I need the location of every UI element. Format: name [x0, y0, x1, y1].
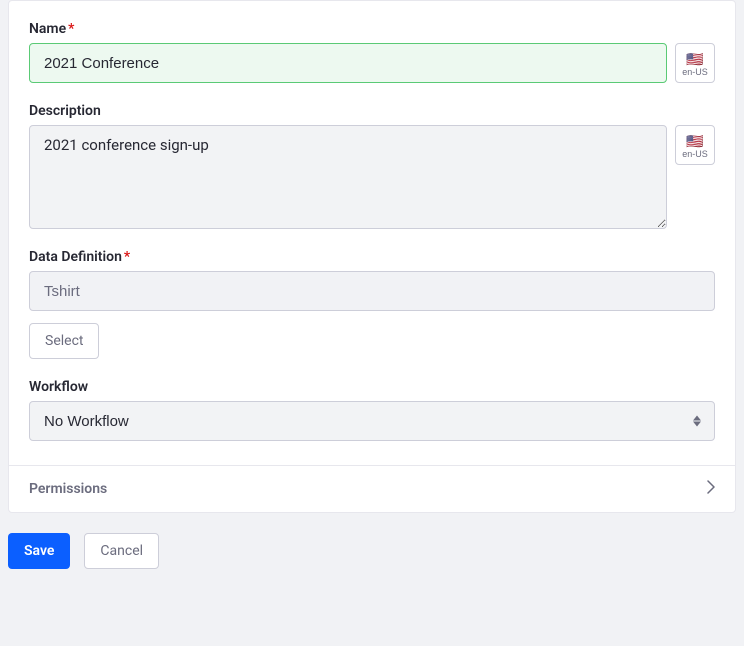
- description-label: Description: [29, 103, 715, 119]
- permissions-header[interactable]: Permissions: [9, 466, 735, 512]
- description-locale-button[interactable]: 🇺🇸 en-US: [675, 125, 715, 165]
- permissions-section: Permissions: [9, 465, 735, 512]
- panel-body: Name* 🇺🇸 en-US Description 2021 conferen…: [9, 1, 735, 465]
- cancel-button[interactable]: Cancel: [84, 533, 159, 569]
- footer-actions: Save Cancel: [0, 513, 744, 589]
- description-input-row: 2021 conference sign-up 🇺🇸 en-US: [29, 125, 715, 229]
- workflow-group: Workflow No Workflow: [29, 379, 715, 441]
- name-input-row: 🇺🇸 en-US: [29, 43, 715, 83]
- workflow-select-wrapper: No Workflow: [29, 401, 715, 441]
- required-star-icon: *: [68, 21, 74, 37]
- name-group: Name* 🇺🇸 en-US: [29, 21, 715, 83]
- chevron-right-icon: [707, 480, 715, 498]
- data-definition-field: [29, 271, 715, 311]
- save-button[interactable]: Save: [8, 533, 70, 569]
- data-definition-label: Data Definition*: [29, 249, 715, 265]
- data-definition-label-text: Data Definition: [29, 249, 122, 265]
- flag-icon: 🇺🇸: [686, 52, 703, 66]
- locale-code-text: en-US: [682, 67, 708, 77]
- data-definition-group: Data Definition* Select: [29, 249, 715, 359]
- name-locale-button[interactable]: 🇺🇸 en-US: [675, 43, 715, 83]
- required-star-icon: *: [124, 249, 130, 265]
- flag-icon: 🇺🇸: [686, 134, 703, 148]
- select-button[interactable]: Select: [29, 323, 99, 359]
- permissions-title: Permissions: [29, 481, 107, 497]
- workflow-label: Workflow: [29, 379, 715, 395]
- description-group: Description 2021 conference sign-up 🇺🇸 e…: [29, 103, 715, 229]
- description-field[interactable]: 2021 conference sign-up: [29, 125, 667, 229]
- name-label-text: Name: [29, 21, 66, 37]
- select-button-row: Select: [29, 323, 715, 359]
- locale-code-text: en-US: [682, 149, 708, 159]
- form-panel: Name* 🇺🇸 en-US Description 2021 conferen…: [8, 0, 736, 513]
- name-label: Name*: [29, 21, 715, 37]
- name-field[interactable]: [29, 43, 667, 83]
- workflow-select[interactable]: No Workflow: [29, 401, 715, 441]
